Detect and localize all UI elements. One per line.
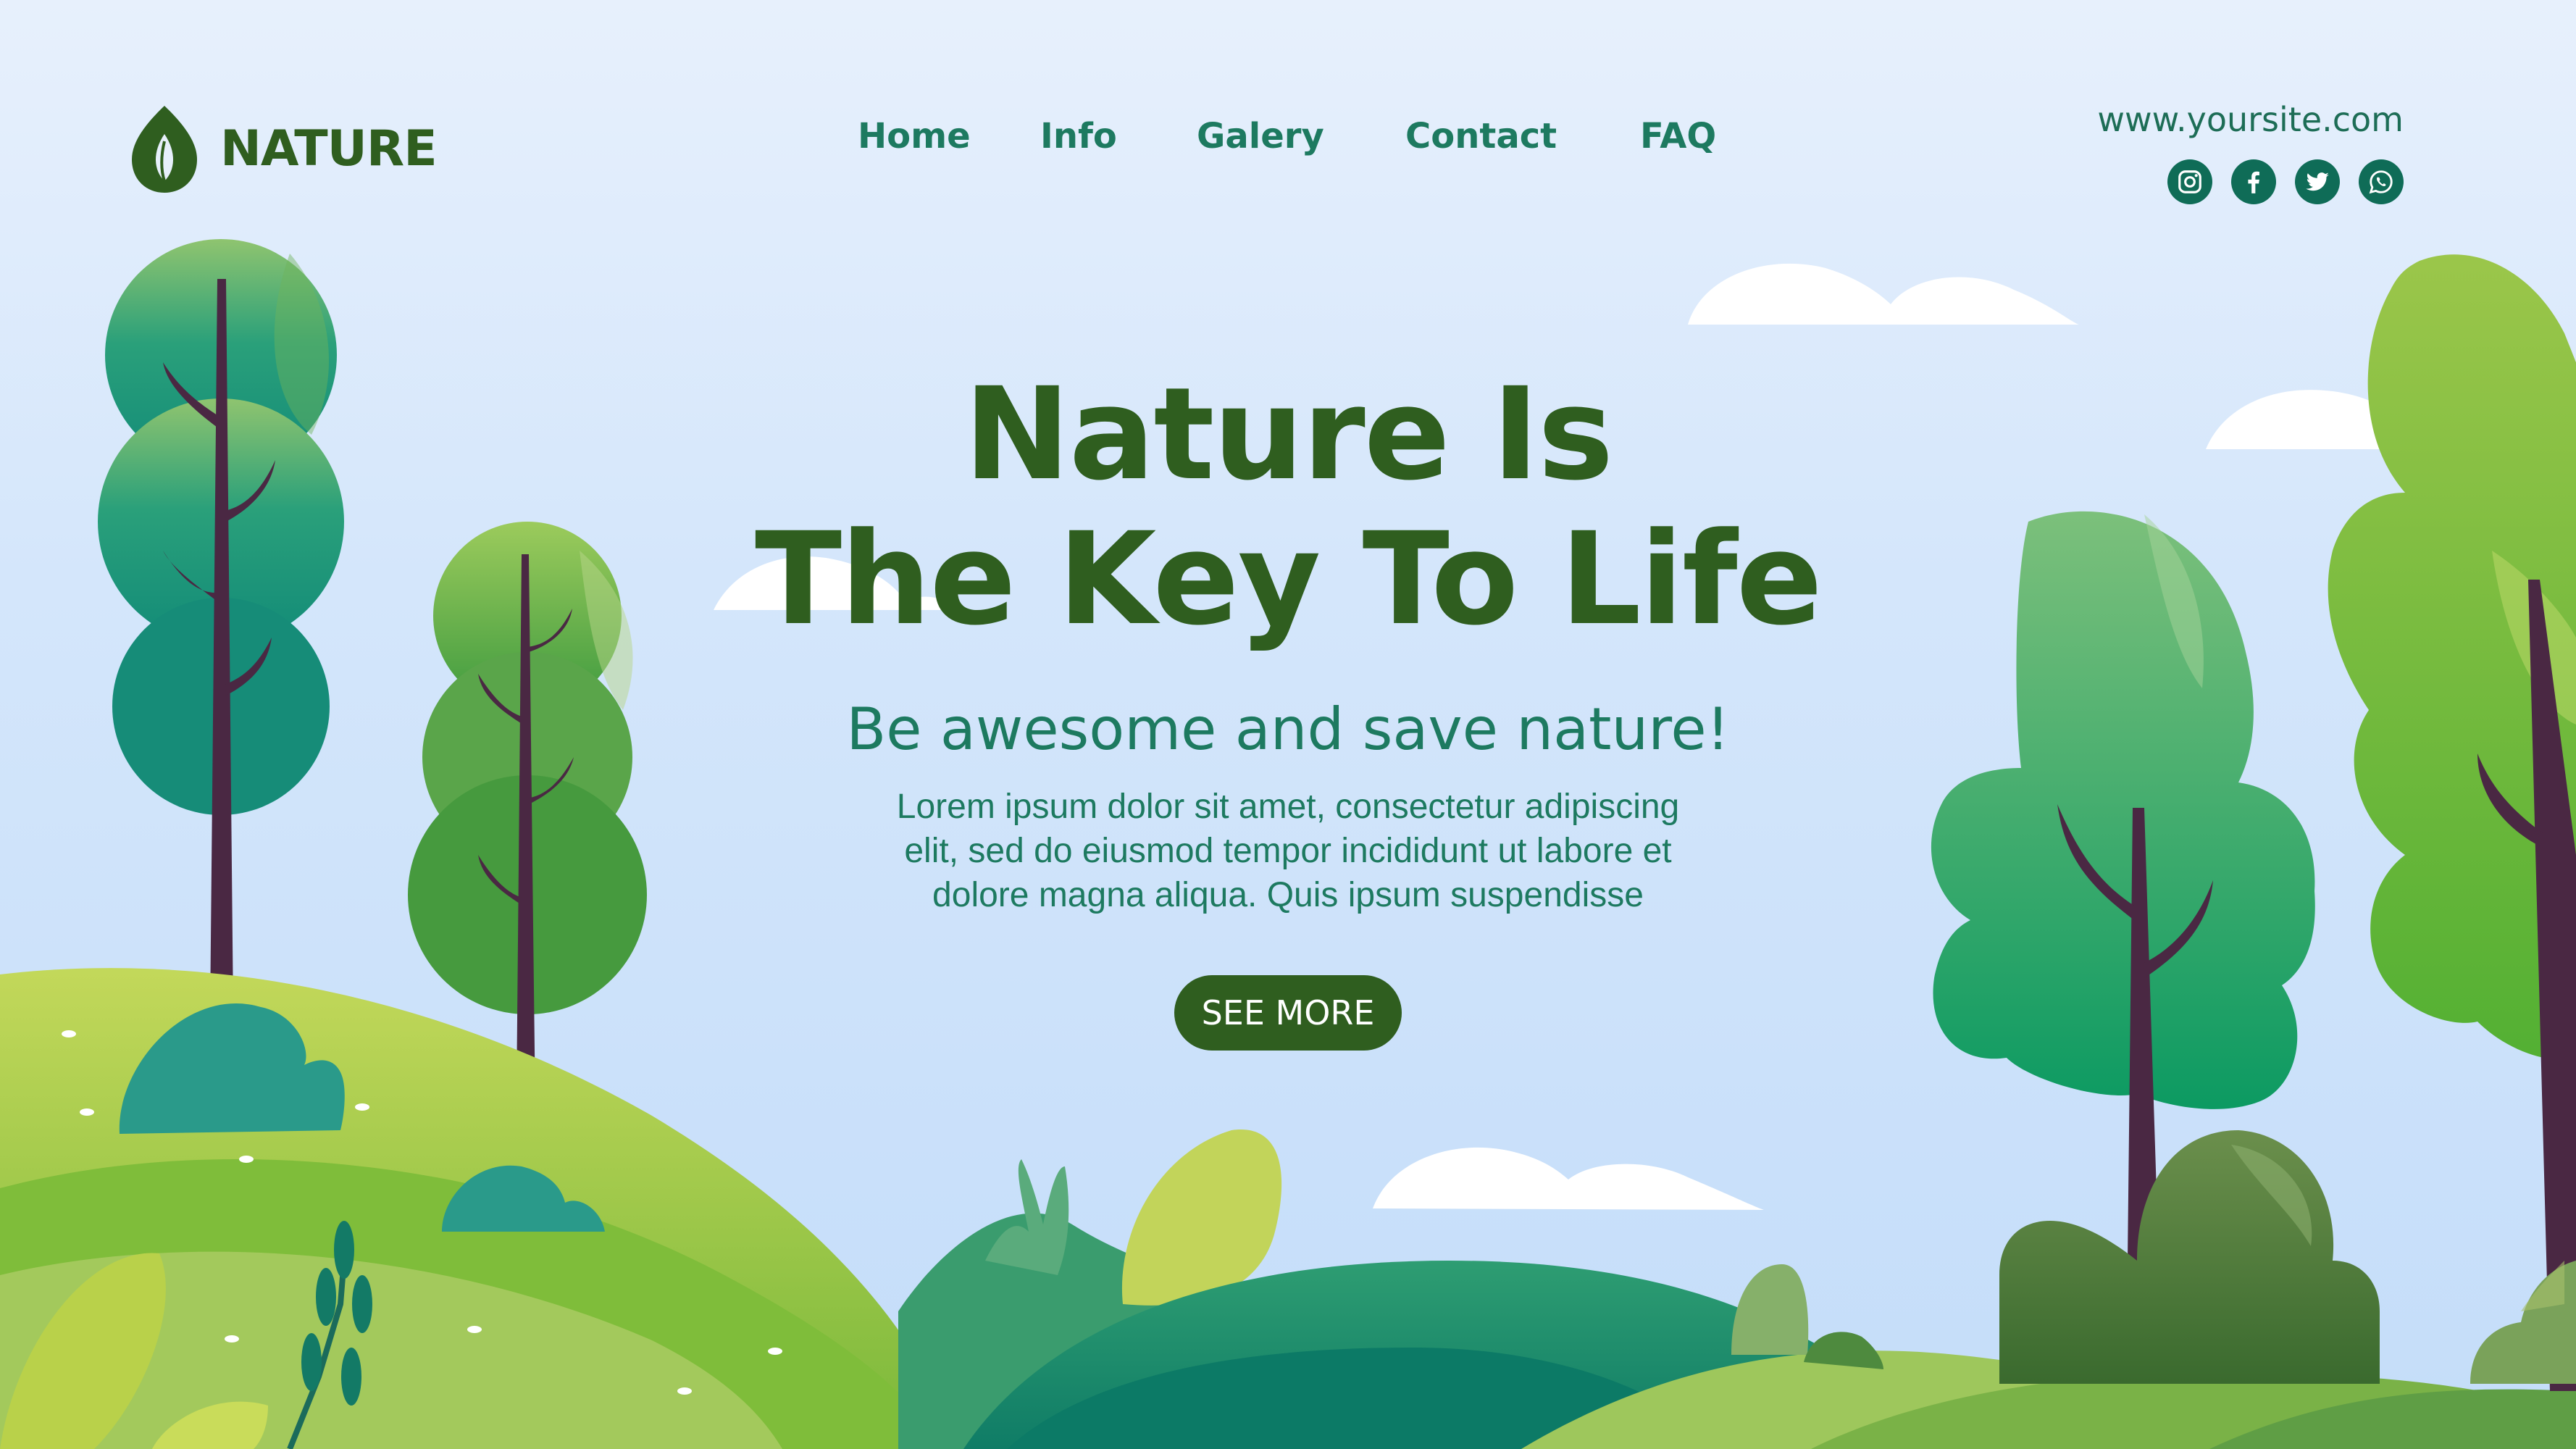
- nav-info[interactable]: Info: [1040, 116, 1117, 156]
- hero-subtitle: Be awesome and save nature!: [846, 696, 1730, 763]
- whatsapp-icon[interactable]: [2359, 159, 2404, 204]
- hero-description-line: dolore magna aliqua. Quis ipsum suspendi…: [932, 876, 1644, 914]
- nav-contact[interactable]: Contact: [1405, 116, 1557, 156]
- instagram-icon[interactable]: [2167, 159, 2212, 204]
- hero-title-line-2: The Key To Life: [755, 505, 1823, 653]
- see-more-button[interactable]: SEE MORE: [1174, 975, 1402, 1051]
- hero-section: Nature Is The Key To Life Be awesome and…: [0, 362, 2576, 1051]
- facebook-icon[interactable]: [2231, 159, 2276, 204]
- hero-description-line: Lorem ipsum dolor sit amet, consectetur …: [896, 788, 1680, 826]
- hero-title: Nature Is The Key To Life: [0, 362, 2576, 652]
- site-url[interactable]: www.yoursite.com: [2097, 100, 2404, 139]
- social-links: [2167, 159, 2404, 204]
- twitter-icon[interactable]: [2295, 159, 2340, 204]
- nav-galery[interactable]: Galery: [1197, 116, 1324, 156]
- hero-description-line: elit, sed do eiusmod tempor incididunt u…: [904, 832, 1672, 870]
- nav-home[interactable]: Home: [858, 116, 971, 156]
- nav-faq[interactable]: FAQ: [1640, 116, 1716, 156]
- hero-description: Lorem ipsum dolor sit amet, consectetur …: [853, 785, 1723, 917]
- hero-title-line-1: Nature Is: [963, 360, 1613, 509]
